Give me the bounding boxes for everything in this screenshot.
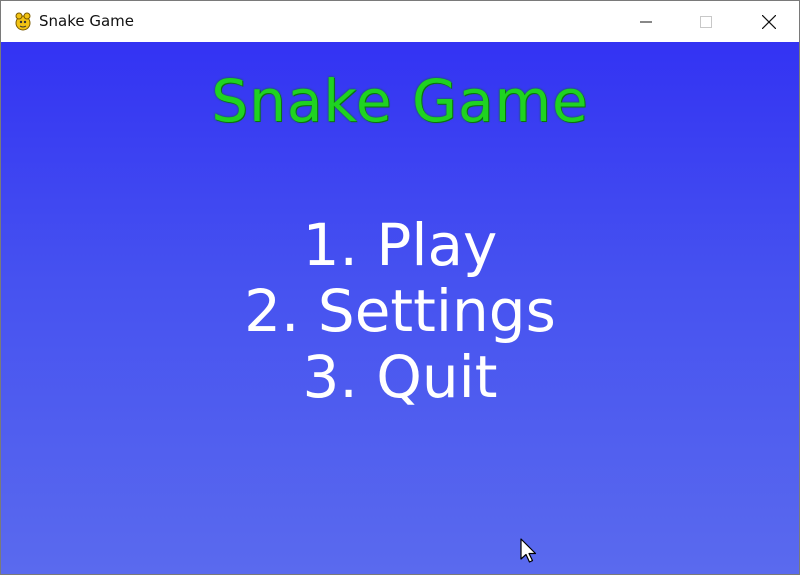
title-bar[interactable]: Snake Game: [1, 1, 799, 42]
maximize-button[interactable]: [683, 1, 729, 42]
pygame-snake-icon: [15, 12, 31, 31]
app-window: Snake Game Snake Game 1. Play 2. Setting…: [0, 0, 800, 575]
menu-item-quit[interactable]: 3. Quit: [302, 344, 497, 410]
game-canvas[interactable]: Snake Game 1. Play 2. Settings 3. Quit: [1, 42, 799, 574]
close-button[interactable]: [746, 1, 792, 42]
menu-item-play[interactable]: 1. Play: [303, 212, 498, 278]
close-icon: [762, 14, 776, 29]
minimize-icon: [640, 21, 652, 22]
mouse-pointer-icon: [520, 538, 537, 563]
maximize-icon: [700, 15, 712, 28]
main-menu: 1. Play 2. Settings 3. Quit: [1, 212, 799, 410]
minimize-button[interactable]: [623, 1, 669, 42]
window-title: Snake Game: [39, 12, 135, 30]
game-title: Snake Game: [211, 67, 589, 135]
menu-item-settings[interactable]: 2. Settings: [244, 278, 556, 344]
